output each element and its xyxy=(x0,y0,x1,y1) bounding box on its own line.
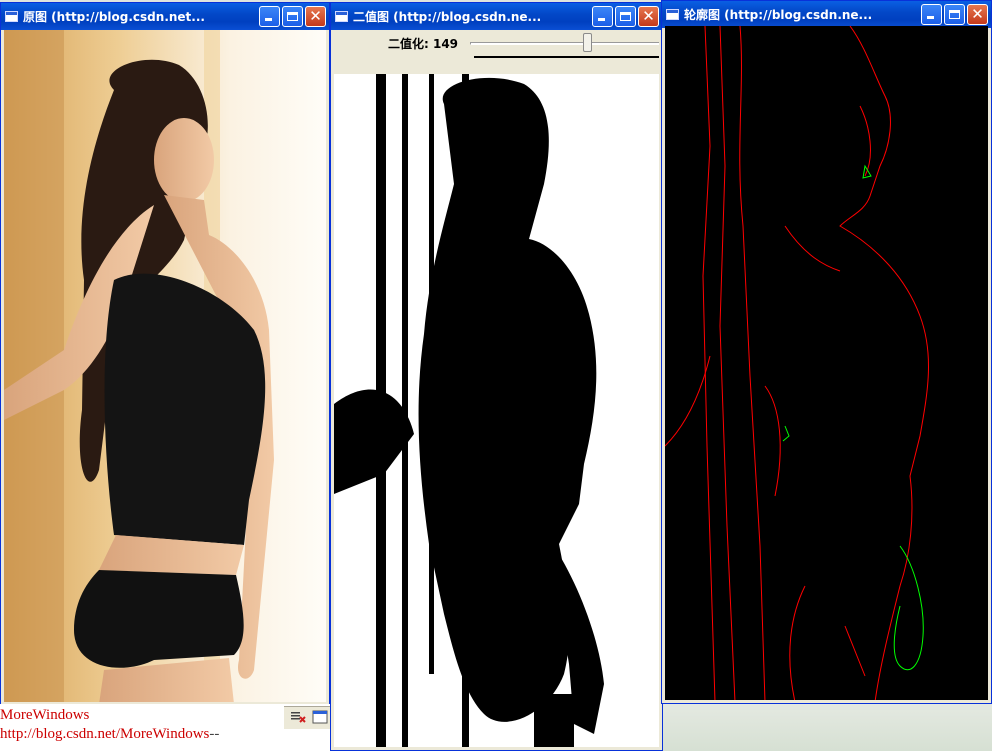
console-suffix: -- xyxy=(209,726,220,742)
maximize-button[interactable] xyxy=(944,4,965,25)
contour-image xyxy=(665,26,988,700)
minimize-button[interactable] xyxy=(921,4,942,25)
titlebar[interactable]: 二值图 (http://blog.csdn.ne... ✕ xyxy=(331,3,662,30)
minimize-button[interactable] xyxy=(259,6,280,27)
console-output: MoreWindows http://blog.csdn.net/MoreWin… xyxy=(0,704,330,751)
close-icon: ✕ xyxy=(642,7,655,25)
window-title: 二值图 (http://blog.csdn.ne... xyxy=(353,10,542,24)
close-button[interactable]: ✕ xyxy=(305,6,326,27)
window-title: 轮廓图 (http://blog.csdn.ne... xyxy=(684,8,873,22)
titlebar[interactable]: 轮廓图 (http://blog.csdn.ne... ✕ xyxy=(662,1,991,28)
console-line-1: MoreWindows xyxy=(0,707,90,723)
console-line-2: http://blog.csdn.net/MoreWindows-- xyxy=(0,726,219,743)
window-icon xyxy=(335,11,348,22)
close-button[interactable]: ✕ xyxy=(638,6,659,27)
close-button[interactable]: ✕ xyxy=(967,4,988,25)
trackbar-track[interactable] xyxy=(470,42,659,45)
clear-output-icon[interactable] xyxy=(290,710,306,724)
minimize-icon xyxy=(265,18,272,21)
console-toolbar xyxy=(284,706,330,729)
minimize-icon xyxy=(927,16,934,19)
desktop-background xyxy=(662,704,992,751)
close-icon: ✕ xyxy=(309,7,322,25)
trackbar-ticks xyxy=(474,56,659,58)
trackbar-thumb[interactable] xyxy=(582,33,592,52)
window-icon xyxy=(5,11,18,22)
minimize-icon xyxy=(598,18,605,21)
original-image xyxy=(4,30,326,702)
original-image-window[interactable]: 原图 (http://blog.csdn.net... ✕ xyxy=(0,2,330,706)
contour-image-window[interactable]: 轮廓图 (http://blog.csdn.ne... ✕ xyxy=(661,0,992,704)
threshold-trackbar-panel: 二值化: 149 xyxy=(334,30,659,74)
trackbar-label: 二值化: 149 xyxy=(388,37,459,51)
console-url: http://blog.csdn.net/MoreWindows xyxy=(0,726,210,742)
console-window-icon[interactable] xyxy=(312,710,328,724)
maximize-button[interactable] xyxy=(615,6,636,27)
maximize-icon xyxy=(287,12,298,21)
window-title: 原图 (http://blog.csdn.net... xyxy=(23,10,205,24)
titlebar[interactable]: 原图 (http://blog.csdn.net... ✕ xyxy=(1,3,329,30)
window-icon xyxy=(666,9,679,20)
maximize-icon xyxy=(949,10,960,19)
binary-content: 二值化: 149 xyxy=(334,30,659,747)
maximize-icon xyxy=(620,12,631,21)
binary-image xyxy=(334,74,659,747)
binary-image-window[interactable]: 二值图 (http://blog.csdn.ne... ✕ 二值化: 149 xyxy=(330,2,663,751)
close-icon: ✕ xyxy=(971,5,984,23)
maximize-button[interactable] xyxy=(282,6,303,27)
minimize-button[interactable] xyxy=(592,6,613,27)
